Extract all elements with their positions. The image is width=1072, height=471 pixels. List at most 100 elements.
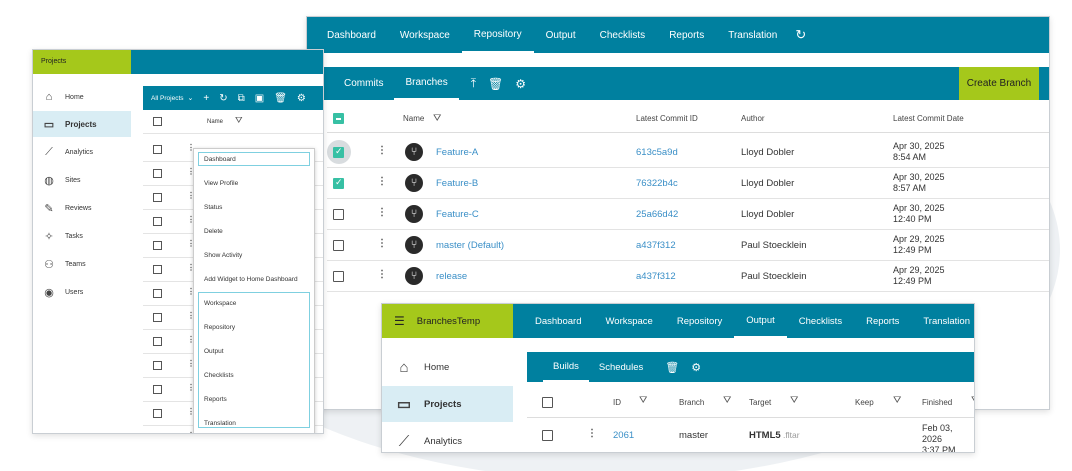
table-row[interactable]: ⋮ ⑂ master (Default) a437f312 Paul Stoec… <box>327 230 1049 261</box>
menu-item-repository[interactable]: Repository <box>204 324 235 331</box>
branch-name-link[interactable]: Feature-B <box>436 178 478 189</box>
menu-item-show-activity[interactable]: Show Activity <box>204 252 242 259</box>
menu-item-view-profile[interactable]: View Profile <box>204 180 238 187</box>
commit-id-link[interactable]: a437f312 <box>636 240 676 251</box>
add-icon[interactable]: + <box>203 93 209 104</box>
gear-icon[interactable]: ⚙ <box>515 77 526 91</box>
branch-name-link[interactable]: Feature-A <box>436 147 478 158</box>
table-row[interactable]: ⋮ 2061 master HTML5 .fltar Feb 03, 2026 3… <box>527 422 974 452</box>
filter-icon[interactable]: ⛛ <box>433 113 441 124</box>
tab-branches[interactable]: Branches <box>394 67 459 100</box>
nav-translation[interactable]: Translation <box>716 17 789 53</box>
commit-id-link[interactable]: 613c5a9d <box>636 147 678 158</box>
sidebar-item-teams[interactable]: ⚇ Teams <box>33 251 131 277</box>
table-row[interactable]: ⋮ ⑂ Feature-A 613c5a9d Lloyd Dobler Apr … <box>327 137 1049 168</box>
row-checkbox[interactable] <box>153 289 162 298</box>
row-checkbox[interactable] <box>153 241 162 250</box>
merge-icon[interactable]: ⤒ <box>471 76 476 91</box>
filter-icon[interactable]: ⛛ <box>723 395 731 406</box>
row-checkbox[interactable] <box>153 217 162 226</box>
table-row[interactable]: ⋮ ⑂ Feature-C 25a66d42 Lloyd Dobler Apr … <box>327 199 1049 230</box>
tab-commits[interactable]: Commits <box>333 67 394 100</box>
kebab-menu-icon[interactable]: ⋮ <box>377 145 387 156</box>
sidebar-item-projects[interactable]: ▭ Projects <box>382 386 513 422</box>
menu-item-delete[interactable]: Delete <box>204 228 223 235</box>
sidebar-item-projects[interactable]: ▭ Projects <box>33 111 131 137</box>
menu-item-status[interactable]: Status <box>204 204 222 211</box>
gear-icon[interactable]: ⚙ <box>297 93 306 104</box>
menu-item-output[interactable]: Output <box>204 348 224 355</box>
row-checkbox[interactable] <box>153 193 162 202</box>
gear-icon[interactable]: ⚙ <box>691 361 701 374</box>
filter-icon[interactable]: ⛛ <box>235 115 243 126</box>
nav-repository[interactable]: Repository <box>665 304 734 338</box>
nav-reports[interactable]: Reports <box>854 304 911 338</box>
sidebar-item-reviews[interactable]: ✎ Reviews <box>33 195 131 221</box>
project-filter-dropdown[interactable]: All Projects <box>151 95 184 102</box>
hamburger-menu-icon[interactable]: ☰ <box>394 314 405 328</box>
row-checkbox[interactable] <box>153 361 162 370</box>
delete-icon[interactable]: 🗑 <box>488 77 503 91</box>
create-branch-button[interactable]: Create Branch <box>959 67 1039 100</box>
row-checkbox[interactable] <box>333 209 344 220</box>
nav-translation[interactable]: Translation <box>911 304 974 338</box>
sidebar-item-sites[interactable]: ◍ Sites <box>33 167 131 193</box>
kebab-menu-icon[interactable]: ⋮ <box>377 207 387 218</box>
nav-output[interactable]: Output <box>734 304 787 338</box>
row-checkbox[interactable] <box>153 313 162 322</box>
sidebar-item-analytics[interactable]: ⟋ Analytics <box>33 139 131 165</box>
row-checkbox[interactable] <box>153 433 162 434</box>
menu-item-dashboard[interactable]: Dashboard <box>204 156 236 163</box>
kebab-menu-icon[interactable]: ⋮ <box>377 269 387 280</box>
nav-output[interactable]: Output <box>534 17 588 53</box>
table-row[interactable]: ⋮ ⑂ release a437f312 Paul Stoecklein Apr… <box>327 261 1049 292</box>
table-row[interactable]: ⋮ ⑂ Feature-B 76322b4c Lloyd Dobler Apr … <box>327 168 1049 199</box>
menu-item-translation[interactable]: Translation <box>204 420 236 427</box>
menu-item-add-widget[interactable]: Add Widget to Home Dashboard <box>204 276 298 283</box>
row-checkbox[interactable] <box>333 146 344 158</box>
delete-icon[interactable]: 🗑 <box>274 93 287 104</box>
sidebar-item-analytics[interactable]: ⟋ Analytics <box>382 423 513 452</box>
row-checkbox[interactable] <box>153 409 162 418</box>
row-checkbox[interactable] <box>333 271 344 282</box>
row-checkbox[interactable] <box>153 265 162 274</box>
select-all-checkbox[interactable] <box>542 397 553 408</box>
build-id-link[interactable]: 2061 <box>613 430 634 441</box>
image-icon[interactable]: ▣ <box>255 93 264 104</box>
commit-id-link[interactable]: 76322b4c <box>636 178 678 189</box>
sidebar-item-tasks[interactable]: ✧ Tasks <box>33 223 131 249</box>
open-icon[interactable]: ⧉ <box>238 93 245 104</box>
refresh-icon[interactable]: ↻ <box>795 27 806 43</box>
row-checkbox[interactable] <box>333 177 344 189</box>
branch-name-link[interactable]: release <box>436 271 467 282</box>
branch-name-link[interactable]: master (Default) <box>436 240 504 251</box>
menu-item-workspace[interactable]: Workspace <box>204 300 236 307</box>
nav-checklists[interactable]: Checklists <box>787 304 854 338</box>
nav-dashboard[interactable]: Dashboard <box>315 17 388 53</box>
row-checkbox[interactable] <box>153 145 162 154</box>
nav-workspace[interactable]: Workspace <box>388 17 462 53</box>
nav-repository[interactable]: Repository <box>461 17 534 53</box>
branch-name-link[interactable]: Feature-C <box>436 209 479 220</box>
filter-icon[interactable]: ⛛ <box>639 395 647 406</box>
row-checkbox[interactable] <box>333 240 344 251</box>
sidebar-item-users[interactable]: ◉ Users <box>33 279 131 305</box>
kebab-menu-icon[interactable]: ⋮ <box>377 176 387 187</box>
row-checkbox[interactable] <box>153 337 162 346</box>
nav-workspace[interactable]: Workspace <box>593 304 664 338</box>
commit-id-link[interactable]: 25a66d42 <box>636 209 678 220</box>
filter-icon[interactable]: ⛛ <box>971 395 974 406</box>
delete-icon[interactable]: 🗑 <box>665 361 679 374</box>
nav-checklists[interactable]: Checklists <box>588 17 658 53</box>
filter-icon[interactable]: ⛛ <box>790 395 798 406</box>
kebab-menu-icon[interactable]: ⋮ <box>587 428 597 439</box>
row-checkbox[interactable] <box>542 430 553 441</box>
tab-builds[interactable]: Builds <box>543 352 589 382</box>
row-checkbox[interactable] <box>153 169 162 178</box>
nav-dashboard[interactable]: Dashboard <box>523 304 593 338</box>
row-checkbox[interactable] <box>153 385 162 394</box>
nav-reports[interactable]: Reports <box>657 17 716 53</box>
filter-icon[interactable]: ⛛ <box>893 395 901 406</box>
chevron-down-icon[interactable]: ⌄ <box>188 94 194 102</box>
select-all-checkbox[interactable] <box>333 113 344 124</box>
